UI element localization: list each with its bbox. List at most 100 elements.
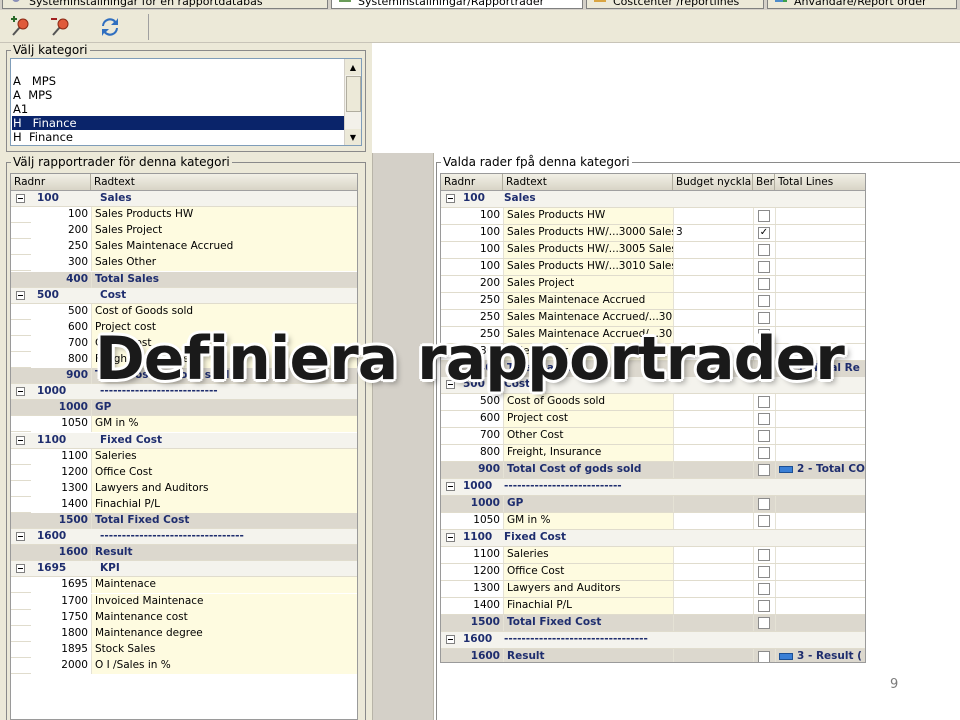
ber-cell[interactable] xyxy=(753,580,775,597)
table-row[interactable]: 200 Sales Project xyxy=(11,223,357,240)
budget-keys-cell[interactable] xyxy=(673,563,753,580)
tab-systeminstallningar-rapportdatabas[interactable]: Systeminställningar för en rapportdataba… xyxy=(2,0,328,9)
ber-cell[interactable] xyxy=(753,292,775,309)
checkbox[interactable] xyxy=(758,548,770,561)
group-row[interactable]: 100 Sales xyxy=(441,191,865,208)
group-row[interactable]: 500 Cost xyxy=(11,287,357,304)
table-row[interactable]: 1695 Maintenace xyxy=(11,577,357,594)
group-row[interactable]: 1600 --------------------------------- xyxy=(11,529,357,546)
ber-cell[interactable] xyxy=(753,546,775,563)
checkbox[interactable] xyxy=(758,277,770,290)
table-row[interactable]: 200 Sales Project xyxy=(441,275,865,293)
total-lines-cell[interactable] xyxy=(775,513,865,530)
checkbox[interactable] xyxy=(758,396,770,409)
ber-cell[interactable] xyxy=(753,241,775,258)
checkbox[interactable] xyxy=(758,430,770,443)
checkbox[interactable] xyxy=(758,413,770,426)
table-row[interactable]: 1800 Maintenance degree xyxy=(11,625,357,642)
budget-keys-cell[interactable] xyxy=(673,241,753,258)
table-row[interactable]: 300 Sales Other xyxy=(11,255,357,272)
table-row[interactable]: 100 Sales Products HW/...3000 Sales 3 ✓ xyxy=(441,224,865,242)
budget-keys-cell[interactable] xyxy=(673,614,753,631)
table-row[interactable]: 1600 Result xyxy=(11,545,357,562)
checkbox[interactable] xyxy=(758,294,770,307)
total-lines-cell[interactable] xyxy=(775,394,865,411)
table-row[interactable]: 1300 Lawyers and Auditors xyxy=(11,480,357,497)
checkbox[interactable] xyxy=(758,447,770,460)
ber-cell[interactable] xyxy=(753,462,775,479)
table-row[interactable]: 100 Sales Products HW xyxy=(441,207,865,225)
pin-add-button[interactable] xyxy=(8,15,32,39)
checkbox[interactable] xyxy=(758,243,770,256)
budget-keys-cell[interactable] xyxy=(673,580,753,597)
ber-cell[interactable] xyxy=(753,496,775,513)
checkbox[interactable] xyxy=(758,209,770,222)
checkbox[interactable] xyxy=(758,311,770,324)
total-lines-cell[interactable] xyxy=(775,207,865,224)
ber-cell[interactable] xyxy=(753,597,775,614)
category-item[interactable]: H Finance xyxy=(12,130,346,144)
budget-keys-cell[interactable] xyxy=(673,546,753,563)
total-lines-cell[interactable]: 3 - Result ( xyxy=(775,648,865,662)
collapse-icon[interactable] xyxy=(446,482,455,492)
ber-cell[interactable] xyxy=(753,394,775,411)
table-row[interactable]: 1200 Office Cost xyxy=(11,464,357,481)
group-row[interactable]: 1600 --------------------------------- xyxy=(441,631,865,649)
budget-keys-cell[interactable] xyxy=(673,445,753,462)
budget-keys-cell[interactable] xyxy=(673,275,753,292)
ber-cell[interactable] xyxy=(753,411,775,428)
table-row[interactable]: 1000 GP xyxy=(11,400,357,417)
category-item-selected[interactable]: H Finance xyxy=(12,116,346,130)
collapse-icon[interactable] xyxy=(16,387,25,397)
budget-keys-cell[interactable] xyxy=(673,258,753,275)
budget-keys-cell[interactable] xyxy=(673,411,753,428)
total-lines-cell[interactable]: 2 - Total CO xyxy=(775,462,865,479)
table-row[interactable]: 1895 Stock Sales xyxy=(11,641,357,658)
ber-cell[interactable] xyxy=(753,513,775,530)
ber-cell[interactable] xyxy=(753,445,775,462)
group-row[interactable]: 100 Sales xyxy=(11,191,357,207)
tab-costcenter-reportlines[interactable]: Costcenter /reportlines xyxy=(586,0,764,9)
collapse-icon[interactable] xyxy=(446,194,455,203)
table-row[interactable]: 1000 GP xyxy=(441,496,865,514)
column-header-budget-nycklar[interactable]: Budget nycklar xyxy=(673,174,753,190)
ber-cell[interactable] xyxy=(753,563,775,580)
category-item[interactable]: A MPS xyxy=(12,88,346,102)
table-row[interactable]: 500 Cost of Goods sold xyxy=(441,394,865,412)
total-lines-cell[interactable] xyxy=(775,224,865,241)
scroll-down-arrow-icon[interactable]: ▼ xyxy=(345,129,361,145)
category-item[interactable]: A MPS xyxy=(12,74,346,88)
table-row[interactable]: 250 Sales Maintenace Accrued xyxy=(11,239,357,256)
total-lines-cell[interactable] xyxy=(775,275,865,292)
checkbox[interactable] xyxy=(758,565,770,578)
category-listbox[interactable]: A MPS A MPS A1 H Finance H Finance ▲ ▼ xyxy=(10,58,362,146)
column-header-total-lines[interactable]: Total Lines xyxy=(775,174,865,190)
table-row[interactable]: 2000 O I /Sales in % xyxy=(11,657,357,674)
table-row[interactable]: 1750 Maintenance cost xyxy=(11,609,357,626)
column-header-ber[interactable]: Ber xyxy=(753,174,775,190)
ber-cell[interactable] xyxy=(753,258,775,275)
table-row[interactable]: 500 Cost of Goods sold xyxy=(11,303,357,320)
tab-rapportrader[interactable]: Systeminställningar/Rapportrader xyxy=(331,0,583,9)
collapse-icon[interactable] xyxy=(16,194,25,203)
total-lines-cell[interactable] xyxy=(775,428,865,445)
total-lines-cell[interactable] xyxy=(775,445,865,462)
checkbox[interactable] xyxy=(758,616,770,629)
total-lines-cell[interactable] xyxy=(775,546,865,563)
ber-cell[interactable]: ✓ xyxy=(753,224,775,241)
table-row[interactable]: 250 Sales Maintenace Accrued xyxy=(441,292,865,310)
table-row[interactable]: 1500 Total Fixed Cost xyxy=(441,614,865,632)
table-row[interactable]: 100 Sales Products HW xyxy=(11,207,357,224)
ber-cell[interactable] xyxy=(753,648,775,662)
tab-anvandare-report-order[interactable]: Användare/Report order xyxy=(767,0,957,9)
budget-keys-cell[interactable] xyxy=(673,496,753,513)
ber-cell[interactable] xyxy=(753,614,775,631)
category-item[interactable]: A1 xyxy=(12,102,346,116)
checkbox[interactable] xyxy=(758,260,770,273)
collapse-icon[interactable] xyxy=(16,435,25,445)
total-lines-cell[interactable] xyxy=(775,496,865,513)
collapse-icon[interactable] xyxy=(446,533,455,542)
budget-keys-cell[interactable] xyxy=(673,428,753,445)
table-row[interactable]: 1100 Saleries xyxy=(11,448,357,465)
table-row[interactable]: 1500 Total Fixed Cost xyxy=(11,513,357,529)
